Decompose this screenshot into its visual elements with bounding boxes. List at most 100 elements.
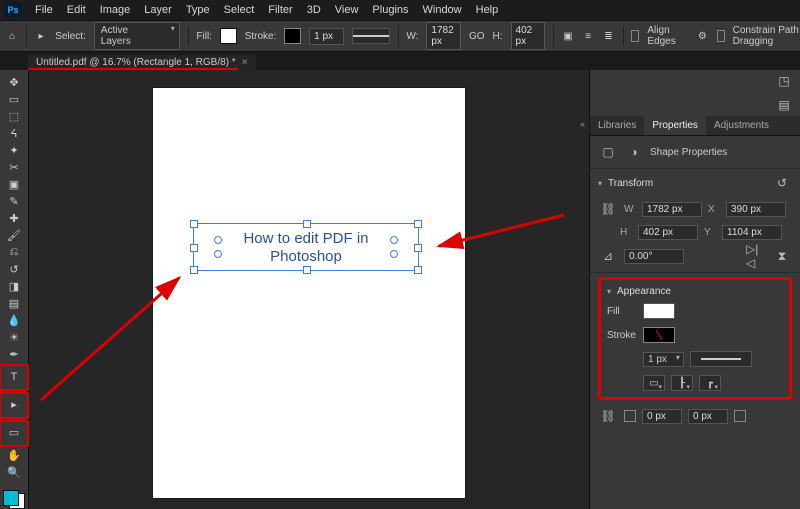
resize-handle[interactable]: [414, 266, 422, 274]
marquee-tool[interactable]: ⬚: [2, 108, 26, 124]
menu-select[interactable]: Select: [217, 2, 262, 18]
align-edges-checkbox[interactable]: [631, 30, 639, 42]
tab-properties[interactable]: Properties: [644, 116, 706, 135]
zoom-tool[interactable]: 🔍: [2, 465, 26, 481]
history-panel-icon[interactable]: ◳: [774, 71, 794, 91]
transform-angle-field[interactable]: 0.00°: [624, 249, 684, 264]
shape-text: How to edit PDF in Photoshop: [194, 230, 418, 266]
healing-brush-tool[interactable]: ✚: [2, 210, 26, 226]
selected-rectangle-shape[interactable]: How to edit PDF in Photoshop: [193, 223, 419, 271]
history-brush-tool[interactable]: ↺: [2, 262, 26, 278]
appearance-fill-swatch[interactable]: [643, 303, 675, 319]
lasso-tool[interactable]: ᔦ: [2, 125, 26, 141]
properties-panel: ▢ ◑ Shape Properties Transform ↺ ⛓ W 178…: [590, 136, 800, 438]
w-label: W: [624, 204, 636, 215]
pen-tool[interactable]: ✒: [2, 347, 26, 363]
appearance-stroke-swatch[interactable]: [643, 327, 675, 343]
menu-help[interactable]: Help: [469, 2, 506, 18]
stroke-align-icon[interactable]: ▭: [643, 375, 665, 391]
crop-tool[interactable]: ✂: [2, 159, 26, 175]
flip-h-icon[interactable]: ▷|◁: [746, 246, 766, 266]
clone-stamp-tool[interactable]: ⎌: [2, 244, 26, 260]
path-ops-icon[interactable]: ▣: [562, 26, 574, 46]
menu-filter[interactable]: Filter: [261, 2, 299, 18]
appearance-fill-label: Fill: [607, 306, 637, 317]
gear-icon[interactable]: ⚙: [696, 26, 708, 46]
width-label: W:: [406, 31, 418, 42]
corner-radius-a[interactable]: 0 px: [642, 409, 682, 424]
canvas-area[interactable]: How to edit PDF in Photoshop: [29, 70, 589, 509]
resize-handle[interactable]: [190, 266, 198, 274]
appearance-stroke-style[interactable]: [690, 351, 752, 367]
dodge-tool[interactable]: ☀: [2, 330, 26, 346]
stroke-swatch[interactable]: [284, 28, 301, 44]
resize-handle[interactable]: [414, 220, 422, 228]
path-select-tool[interactable]: ▸: [2, 395, 26, 415]
transform-height-field[interactable]: 402 px: [638, 225, 698, 240]
corner-tr-icon: [734, 410, 746, 422]
path-align-icon[interactable]: ≡: [582, 26, 594, 46]
blur-tool[interactable]: 💧: [2, 313, 26, 329]
tab-adjustments[interactable]: Adjustments: [706, 116, 777, 135]
link-wh-panel-icon[interactable]: ⛓: [598, 199, 618, 219]
constrain-label: Constrain Path Dragging: [733, 25, 800, 47]
stroke-corners-icon[interactable]: ┏: [699, 375, 721, 391]
brush-tool[interactable]: 🖌: [2, 227, 26, 243]
reset-icon[interactable]: ↺: [772, 173, 792, 193]
corner-radius-b[interactable]: 0 px: [688, 409, 728, 424]
home-icon[interactable]: ⌂: [6, 26, 18, 46]
frame-tool[interactable]: ▣: [2, 176, 26, 192]
eraser-tool[interactable]: ◨: [2, 279, 26, 295]
transform-y-field[interactable]: 1104 px: [722, 225, 782, 240]
appearance-stroke-size[interactable]: 1 px: [643, 352, 684, 367]
resize-handle[interactable]: [303, 220, 311, 228]
flip-v-icon[interactable]: ⧗: [772, 246, 792, 266]
h-label: H: [620, 227, 632, 238]
select-mode-dropdown[interactable]: Active Layers: [94, 22, 180, 50]
menu-view[interactable]: View: [328, 2, 366, 18]
corner-radius-link-icon[interactable]: ⛓: [598, 406, 618, 426]
rectangle-tool[interactable]: ▭: [2, 423, 26, 443]
type-tool[interactable]: T: [2, 367, 26, 387]
transform-x-field[interactable]: 390 px: [726, 202, 786, 217]
shape-properties-label: Shape Properties: [650, 147, 727, 158]
link-wh-icon[interactable]: GO: [469, 31, 485, 42]
menu-image[interactable]: Image: [93, 2, 138, 18]
object-select-tool[interactable]: ✦: [2, 142, 26, 158]
artboard-tool[interactable]: ▭: [2, 91, 26, 107]
height-field[interactable]: 402 px: [511, 22, 546, 50]
path-arrange-icon[interactable]: ≣: [602, 26, 614, 46]
resize-handle[interactable]: [190, 220, 198, 228]
menu-file[interactable]: File: [28, 2, 60, 18]
resize-handle[interactable]: [303, 266, 311, 274]
fill-label: Fill:: [196, 31, 212, 42]
tool-preset-icon[interactable]: ▸: [35, 26, 47, 46]
info-panel-icon[interactable]: ▤: [774, 95, 794, 115]
close-icon[interactable]: ×: [242, 57, 248, 68]
gradient-tool[interactable]: ▤: [2, 296, 26, 312]
stroke-size-field[interactable]: 1 px: [309, 28, 344, 45]
transform-section-header[interactable]: Transform ↺: [598, 173, 792, 193]
menu-edit[interactable]: Edit: [60, 2, 93, 18]
document-page[interactable]: How to edit PDF in Photoshop: [153, 88, 465, 498]
eyedropper-tool[interactable]: ✎: [2, 193, 26, 209]
menu-plugins[interactable]: Plugins: [365, 2, 415, 18]
hand-tool[interactable]: ✋: [2, 448, 26, 464]
move-tool[interactable]: ✥: [2, 74, 26, 90]
tab-libraries[interactable]: Libraries: [590, 116, 644, 135]
transform-width-field[interactable]: 1782 px: [642, 202, 702, 217]
appearance-section-header[interactable]: Appearance: [607, 286, 783, 297]
fill-swatch[interactable]: [220, 28, 237, 44]
stroke-style-dropdown[interactable]: [352, 28, 390, 44]
constrain-checkbox[interactable]: [717, 30, 725, 42]
panel-tabs: « Libraries Properties Adjustments: [590, 116, 800, 136]
collapse-panel-icon[interactable]: «: [580, 119, 585, 129]
menu-type[interactable]: Type: [179, 2, 217, 18]
menu-window[interactable]: Window: [416, 2, 469, 18]
color-swatches[interactable]: [3, 490, 25, 509]
menu-3d[interactable]: 3D: [300, 2, 328, 18]
stroke-caps-icon[interactable]: ┠: [671, 375, 693, 391]
shape-icon: ▢: [598, 142, 618, 162]
width-field[interactable]: 1782 px: [426, 22, 461, 50]
menu-layer[interactable]: Layer: [137, 2, 179, 18]
